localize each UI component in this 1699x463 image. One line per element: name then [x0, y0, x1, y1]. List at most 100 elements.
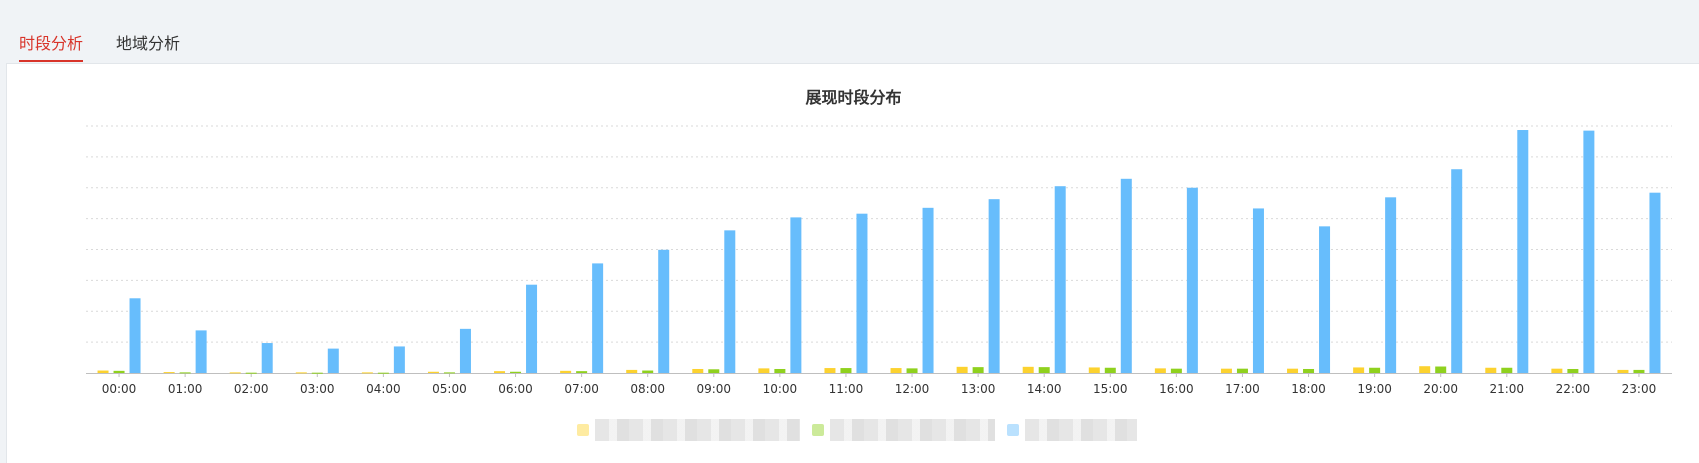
legend	[577, 419, 1137, 441]
bar-chart: 00:00 01:00 02:00 03:00 04:00 05:00 06:00 07:00…	[86, 125, 1672, 396]
bar-series-3-05:00[interactable]	[459, 328, 471, 373]
bar-series-3-14:00[interactable]	[1054, 186, 1066, 373]
bar-series-1-18:00[interactable]	[1287, 368, 1299, 373]
bar-series-2-03:00[interactable]	[311, 372, 323, 374]
bar-series-3-00:00[interactable]	[129, 298, 141, 373]
x-tick-label: 04:00	[366, 382, 401, 396]
bar-series-2-23:00[interactable]	[1633, 369, 1645, 373]
x-tick-label: 12:00	[895, 382, 930, 396]
tab-time-period[interactable]: 时段分析	[19, 30, 84, 62]
bar-series-3-02:00[interactable]	[261, 343, 273, 373]
legend-item-blue[interactable]	[1007, 419, 1137, 441]
bar-series-1-12:00[interactable]	[890, 368, 902, 373]
bar-series-2-21:00[interactable]	[1501, 367, 1513, 373]
bar-series-3-17:00[interactable]	[1252, 208, 1264, 373]
bar-series-3-16:00[interactable]	[1186, 187, 1198, 373]
bar-series-3-22:00[interactable]	[1583, 130, 1595, 373]
bar-series-2-12:00[interactable]	[906, 368, 918, 373]
bar-series-1-16:00[interactable]	[1154, 368, 1166, 373]
bar-series-3-11:00[interactable]	[856, 213, 868, 373]
x-tick-label: 03:00	[300, 382, 335, 396]
bar-series-2-20:00[interactable]	[1435, 366, 1447, 373]
x-tick-label: 06:00	[498, 382, 533, 396]
x-tick-label: 13:00	[961, 382, 996, 396]
bar-series-1-15:00[interactable]	[1088, 367, 1100, 373]
x-tick-label: 00:00	[102, 382, 137, 396]
bar-series-3-15:00[interactable]	[1120, 178, 1132, 373]
bar-series-1-23:00[interactable]	[1617, 369, 1629, 373]
bar-series-1-14:00[interactable]	[1022, 366, 1034, 373]
x-tick-label: 22:00	[1556, 382, 1591, 396]
bar-series-2-06:00[interactable]	[510, 371, 522, 373]
bar-series-3-01:00[interactable]	[195, 330, 207, 373]
legend-item-yellow[interactable]	[577, 419, 800, 441]
x-tick-label: 16:00	[1159, 382, 1194, 396]
bar-series-3-09:00[interactable]	[724, 230, 736, 373]
bar-series-2-19:00[interactable]	[1369, 367, 1381, 373]
bar-series-3-03:00[interactable]	[327, 348, 339, 373]
chart-panel: 展现时段分布 00:00 01:00 02:00 03:00 04:00 05:00 06:…	[6, 63, 1699, 463]
tab-region[interactable]: 地域分析	[116, 30, 180, 60]
x-tick-label: 18:00	[1291, 382, 1326, 396]
bar-series-2-18:00[interactable]	[1303, 368, 1315, 373]
bar-series-2-08:00[interactable]	[642, 370, 654, 373]
bar-series-3-13:00[interactable]	[988, 199, 1000, 373]
bar-series-2-22:00[interactable]	[1567, 368, 1579, 373]
bar-series-1-03:00[interactable]	[295, 372, 307, 374]
bar-series-1-07:00[interactable]	[560, 370, 572, 373]
bar-series-3-08:00[interactable]	[658, 249, 670, 373]
bar-series-2-05:00[interactable]	[443, 372, 455, 374]
bar-series-3-07:00[interactable]	[592, 263, 604, 373]
bar-series-2-00:00[interactable]	[113, 370, 125, 373]
bar-series-2-14:00[interactable]	[1038, 367, 1050, 373]
bar-series-2-15:00[interactable]	[1104, 367, 1116, 373]
x-tick-label: 17:00	[1225, 382, 1260, 396]
bar-series-1-17:00[interactable]	[1220, 368, 1232, 373]
bar-series-3-18:00[interactable]	[1319, 226, 1331, 373]
bar-series-3-04:00[interactable]	[393, 346, 405, 373]
x-tick-label: 02:00	[234, 382, 269, 396]
bar-series-3-06:00[interactable]	[526, 284, 538, 373]
page: 时段分析 地域分析 展现时段分布 00:00 01:00 02:00 03:00 04:…	[0, 0, 1699, 463]
bar-series-1-21:00[interactable]	[1485, 367, 1497, 373]
x-tick-label: 09:00	[696, 382, 731, 396]
bar-series-1-00:00[interactable]	[97, 370, 109, 373]
legend-item-green[interactable]	[812, 419, 995, 441]
bar-series-3-10:00[interactable]	[790, 217, 802, 373]
bar-series-1-02:00[interactable]	[229, 372, 241, 374]
bar-series-2-11:00[interactable]	[840, 368, 852, 373]
x-tick-label: 14:00	[1027, 382, 1062, 396]
bar-series-1-10:00[interactable]	[758, 368, 770, 373]
bar-series-1-05:00[interactable]	[427, 371, 439, 373]
bar-series-1-11:00[interactable]	[824, 368, 836, 373]
bar-series-2-01:00[interactable]	[179, 372, 191, 374]
bar-series-1-22:00[interactable]	[1551, 368, 1563, 373]
x-tick-label: 21:00	[1489, 382, 1524, 396]
bar-series-2-09:00[interactable]	[708, 369, 720, 373]
bar-series-1-06:00[interactable]	[494, 371, 506, 373]
legend-label-blurred	[595, 419, 800, 441]
bar-series-2-13:00[interactable]	[972, 367, 984, 373]
bar-series-3-23:00[interactable]	[1649, 192, 1661, 373]
bar-series-2-17:00[interactable]	[1236, 368, 1248, 373]
x-tick-label: 15:00	[1093, 382, 1128, 396]
bar-series-3-12:00[interactable]	[922, 207, 934, 373]
bar-series-2-10:00[interactable]	[774, 368, 786, 373]
x-tick-label: 08:00	[630, 382, 665, 396]
legend-label-blurred	[1025, 419, 1137, 441]
x-tick-label: 23:00	[1622, 382, 1657, 396]
bar-series-2-16:00[interactable]	[1170, 368, 1182, 373]
bar-series-2-07:00[interactable]	[576, 371, 588, 373]
bar-series-1-13:00[interactable]	[956, 366, 968, 373]
bar-series-1-19:00[interactable]	[1353, 367, 1365, 373]
bar-series-2-02:00[interactable]	[245, 372, 257, 374]
bar-series-1-08:00[interactable]	[626, 369, 638, 373]
bar-series-2-04:00[interactable]	[377, 372, 389, 374]
bar-series-3-19:00[interactable]	[1385, 197, 1397, 373]
bar-series-3-21:00[interactable]	[1517, 130, 1529, 373]
bar-series-1-04:00[interactable]	[361, 372, 373, 374]
bar-series-3-20:00[interactable]	[1451, 169, 1463, 373]
bar-series-1-01:00[interactable]	[163, 372, 175, 374]
bar-series-1-09:00[interactable]	[692, 368, 704, 373]
bar-series-1-20:00[interactable]	[1419, 366, 1431, 373]
